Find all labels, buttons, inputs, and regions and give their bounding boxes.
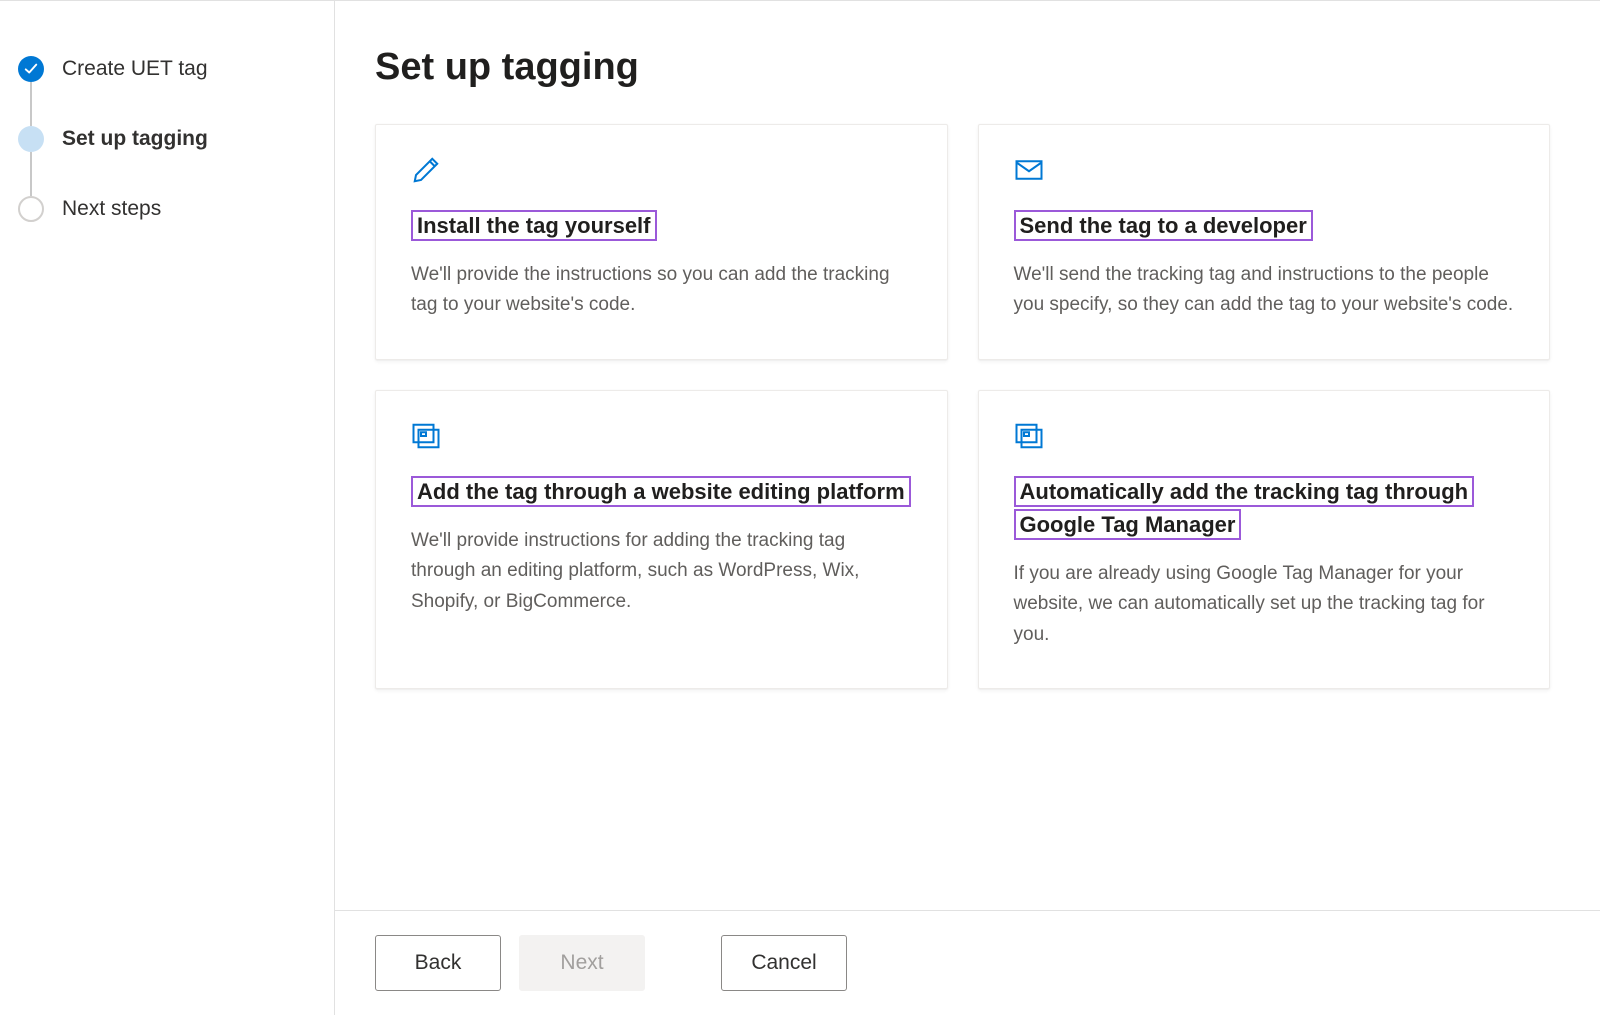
back-button[interactable]: Back — [375, 935, 501, 991]
wizard-steps: Create UET tag Set up tagging Next steps — [18, 56, 334, 266]
card-title: Install the tag yourself — [411, 210, 657, 241]
card-description: We'll send the tracking tag and instruct… — [1014, 260, 1515, 321]
card-description: We'll provide the instructions so you ca… — [411, 260, 912, 321]
main-content: Set up tagging Install the tag yourself … — [335, 1, 1600, 1015]
card-title: Send the tag to a developer — [1014, 210, 1313, 241]
step-next-steps[interactable]: Next steps — [18, 196, 334, 266]
card-description: We'll provide instructions for adding th… — [411, 526, 912, 617]
tabs-icon — [411, 421, 912, 451]
step-create-uet-tag[interactable]: Create UET tag — [18, 56, 334, 126]
wizard-footer: Back Next Cancel — [335, 910, 1600, 1015]
step-label: Create UET tag — [62, 57, 208, 81]
step-label: Next steps — [62, 197, 161, 221]
card-title: Add the tag through a website editing pl… — [411, 476, 911, 507]
check-icon — [18, 56, 44, 82]
mail-icon — [1014, 155, 1515, 185]
card-google-tag-manager[interactable]: Automatically add the tracking tag throu… — [978, 390, 1551, 689]
cancel-button[interactable]: Cancel — [721, 935, 847, 991]
card-title: Automatically add the tracking tag throu… — [1014, 476, 1475, 540]
card-install-yourself[interactable]: Install the tag yourself We'll provide t… — [375, 124, 948, 360]
card-website-platform[interactable]: Add the tag through a website editing pl… — [375, 390, 948, 689]
page-title: Set up tagging — [375, 46, 1550, 89]
card-send-to-developer[interactable]: Send the tag to a developer We'll send t… — [978, 124, 1551, 360]
pencil-icon — [411, 155, 912, 185]
current-step-icon — [18, 126, 44, 152]
next-button: Next — [519, 935, 645, 991]
option-cards: Install the tag yourself We'll provide t… — [375, 124, 1550, 719]
step-label: Set up tagging — [62, 127, 208, 151]
tabs-icon — [1014, 421, 1515, 451]
card-description: If you are already using Google Tag Mana… — [1014, 559, 1515, 650]
step-set-up-tagging[interactable]: Set up tagging — [18, 126, 334, 196]
upcoming-step-icon — [18, 196, 44, 222]
wizard-sidebar: Create UET tag Set up tagging Next steps — [0, 1, 335, 1015]
